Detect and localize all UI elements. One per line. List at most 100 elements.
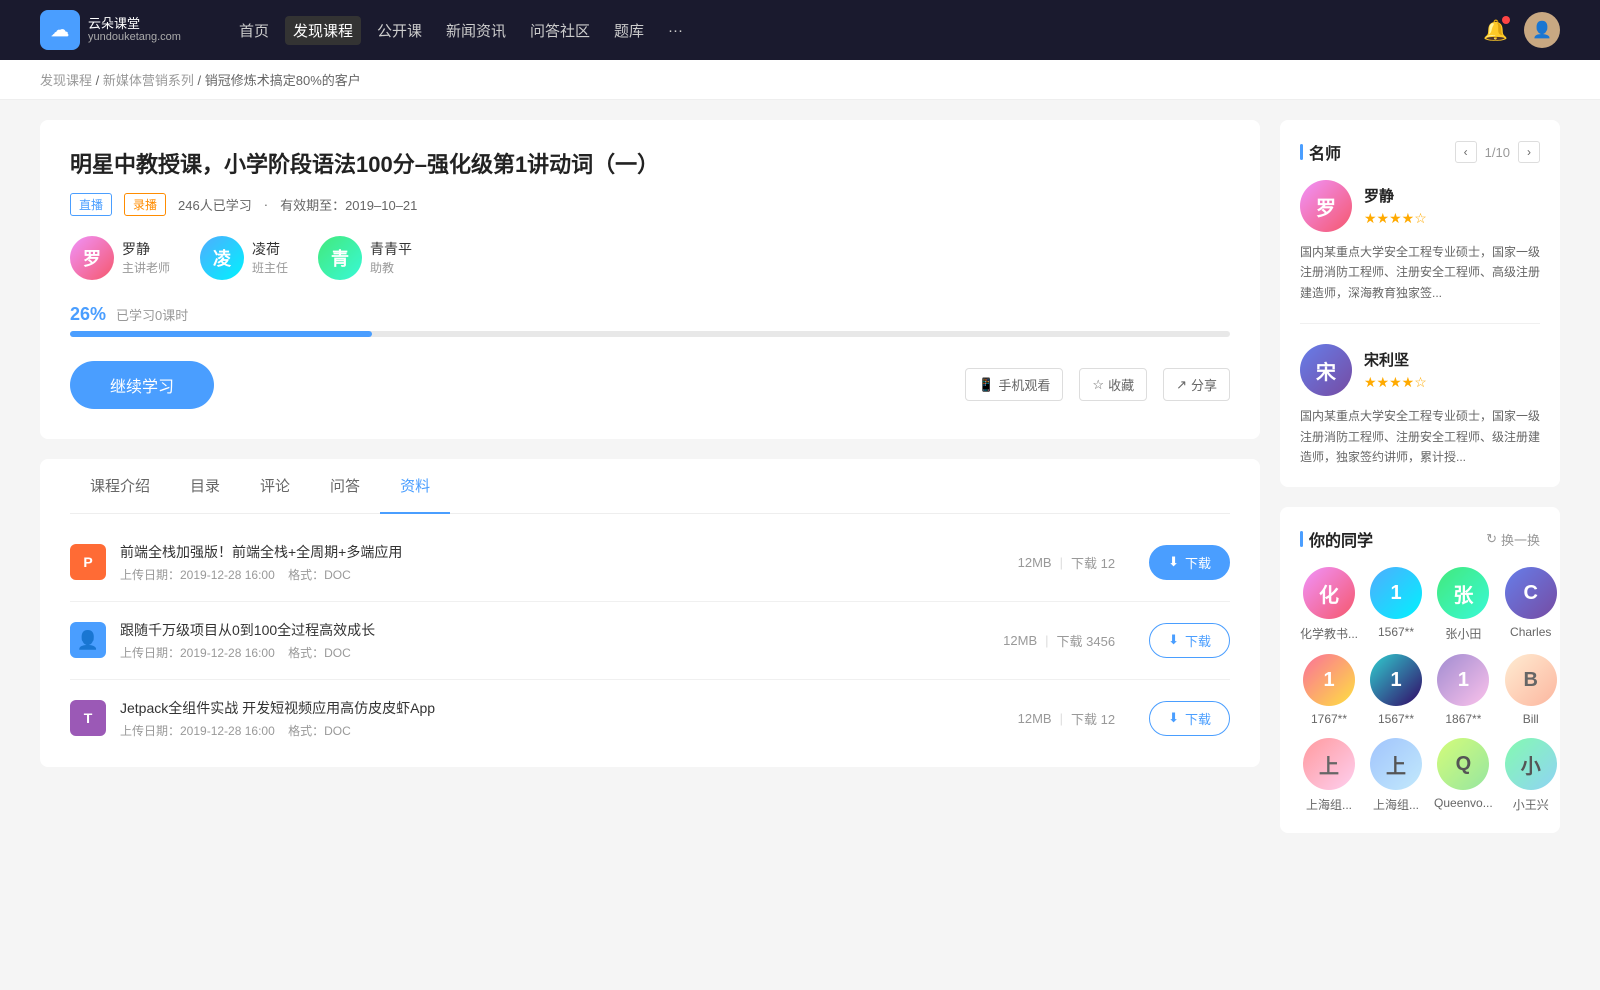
nav-item-more[interactable]: ··· bbox=[660, 18, 691, 43]
star-icon: ☆ bbox=[1092, 377, 1104, 393]
classmate-5[interactable]: 1 1567** bbox=[1370, 654, 1422, 726]
classmate-9[interactable]: 上 上海组... bbox=[1370, 738, 1422, 813]
classmate-3[interactable]: C Charles bbox=[1505, 567, 1557, 642]
classmate-7[interactable]: B Bill bbox=[1505, 654, 1557, 726]
tab-resources[interactable]: 资料 bbox=[380, 459, 450, 514]
classmate-9-name: 上海组... bbox=[1373, 796, 1419, 813]
resource-info-2: Jetpack全组件实战 开发短视频应用高仿皮皮虾App 上传日期：2019-1… bbox=[120, 698, 984, 739]
course-card: 明星中教授课，小学阶段语法100分–强化级第1讲动词（一） 直播 录播 246人… bbox=[40, 120, 1260, 439]
teachers-next-button[interactable]: › bbox=[1518, 141, 1540, 163]
classmate-4[interactable]: 1 1767** bbox=[1300, 654, 1358, 726]
course-separator: · bbox=[264, 197, 268, 212]
teachers-panel-nav: ‹ 1/10 › bbox=[1455, 141, 1540, 163]
classmate-4-avatar: 1 bbox=[1303, 654, 1355, 706]
teacher-card-1: 宋 宋利坚 ★★★★☆ 国内某重点大学安全工程专业硕士，国家一级注册消防工程师、… bbox=[1300, 344, 1540, 467]
teachers-list: 罗 罗静 主讲老师 凌 凌荷 班主任 青 青青平 bbox=[70, 236, 1230, 280]
progress-bar-fill bbox=[70, 331, 372, 337]
classmate-0[interactable]: 化 化学教书... bbox=[1300, 567, 1358, 642]
classmate-3-avatar: C bbox=[1505, 567, 1557, 619]
download-button-0[interactable]: ⬇ 下载 bbox=[1149, 545, 1230, 580]
classmate-10-avatar: Q bbox=[1437, 738, 1489, 790]
course-students: 246人已学习 bbox=[178, 195, 252, 214]
resource-title-1: 跟随千万级项目从0到100全过程高效成长 bbox=[120, 620, 969, 640]
tab-catalog[interactable]: 目录 bbox=[170, 459, 240, 514]
classmate-2-avatar: 张 bbox=[1437, 567, 1489, 619]
logo[interactable]: ☁ 云朵课堂 yundouketang.com bbox=[40, 10, 181, 50]
continue-learning-button[interactable]: 继续学习 bbox=[70, 361, 214, 409]
teacher-card-1-stars: ★★★★☆ bbox=[1364, 374, 1427, 391]
progress-sub: 已学习0课时 bbox=[116, 305, 188, 324]
tabs-section: 课程介绍 目录 评论 问答 资料 P 前端全栈加强版！前端全栈+全周期+多端应用… bbox=[40, 459, 1260, 767]
classmate-2[interactable]: 张 张小田 bbox=[1434, 567, 1493, 642]
resource-stats-0: 12MB | 下载 12 bbox=[1018, 553, 1115, 572]
nav-item-qa[interactable]: 问答社区 bbox=[522, 16, 598, 45]
classmate-5-avatar: 1 bbox=[1370, 654, 1422, 706]
classmate-11[interactable]: 小 小王兴 bbox=[1505, 738, 1557, 813]
classmate-8[interactable]: 上 上海组... bbox=[1300, 738, 1358, 813]
header-right: 🔔 👤 bbox=[1483, 12, 1560, 48]
tabs: 课程介绍 目录 评论 问答 资料 bbox=[70, 459, 1230, 514]
breadcrumb-current: 销冠修炼术搞定80%的客户 bbox=[205, 73, 361, 88]
download-icon-1: ⬇ bbox=[1168, 632, 1179, 648]
classmate-2-name: 张小田 bbox=[1445, 625, 1481, 642]
classmate-8-avatar: 上 bbox=[1303, 738, 1355, 790]
breadcrumb-link-discover[interactable]: 发现课程 bbox=[40, 73, 92, 88]
classmate-11-name: 小王兴 bbox=[1513, 796, 1549, 813]
teacher-1-role: 班主任 bbox=[252, 259, 288, 276]
teacher-card-1-info: 宋利坚 ★★★★☆ bbox=[1364, 349, 1427, 391]
download-icon-2: ⬇ bbox=[1168, 710, 1179, 726]
tab-intro[interactable]: 课程介绍 bbox=[70, 459, 170, 514]
badge-live: 直播 bbox=[70, 193, 112, 216]
teacher-2-info: 青青平 助教 bbox=[370, 239, 412, 276]
nav-item-news[interactable]: 新闻资讯 bbox=[438, 16, 514, 45]
teacher-card-0-name: 罗静 bbox=[1364, 185, 1427, 206]
classmate-6[interactable]: 1 1867** bbox=[1434, 654, 1493, 726]
main-content: 明星中教授课，小学阶段语法100分–强化级第1讲动词（一） 直播 录播 246人… bbox=[0, 100, 1600, 873]
breadcrumb-link-series[interactable]: 新媒体营销系列 bbox=[103, 73, 194, 88]
teacher-2: 青 青青平 助教 bbox=[318, 236, 412, 280]
resource-icon-0: P bbox=[70, 544, 106, 580]
teacher-card-0-desc: 国内某重点大学安全工程专业硕士，国家一级注册消防工程师、注册安全工程师、高级注册… bbox=[1300, 242, 1540, 303]
logo-icon: ☁ bbox=[40, 10, 80, 50]
badge-replay: 录播 bbox=[124, 193, 166, 216]
tab-qa[interactable]: 问答 bbox=[310, 459, 380, 514]
teacher-card-1-name: 宋利坚 bbox=[1364, 349, 1427, 370]
classmate-10[interactable]: Q Queenvo... bbox=[1434, 738, 1493, 813]
teacher-card-0-stars: ★★★★☆ bbox=[1364, 210, 1427, 227]
nav-item-discover[interactable]: 发现课程 bbox=[285, 16, 361, 45]
classmate-6-avatar: 1 bbox=[1437, 654, 1489, 706]
resource-meta-2: 上传日期：2019-12-28 16:00 格式：DOC bbox=[120, 722, 984, 739]
resource-meta-0: 上传日期：2019-12-28 16:00 格式：DOC bbox=[120, 566, 984, 583]
header: ☁ 云朵课堂 yundouketang.com 首页 发现课程 公开课 新闻资讯… bbox=[0, 0, 1600, 60]
notification-bell[interactable]: 🔔 bbox=[1483, 18, 1508, 43]
classmates-refresh-button[interactable]: ↻ 换一换 bbox=[1486, 530, 1540, 549]
resource-item-0: P 前端全栈加强版！前端全栈+全周期+多端应用 上传日期：2019-12-28 … bbox=[70, 524, 1230, 602]
teacher-card-1-avatar: 宋 bbox=[1300, 344, 1352, 396]
logo-text: 云朵课堂 yundouketang.com bbox=[88, 16, 181, 45]
left-panel: 明星中教授课，小学阶段语法100分–强化级第1讲动词（一） 直播 录播 246人… bbox=[40, 120, 1260, 853]
classmate-0-avatar: 化 bbox=[1303, 567, 1355, 619]
share-button[interactable]: ↗ 分享 bbox=[1163, 368, 1230, 401]
teacher-card-0-avatar: 罗 bbox=[1300, 180, 1352, 232]
download-button-1[interactable]: ⬇ 下载 bbox=[1149, 623, 1230, 658]
collect-label: 收藏 bbox=[1108, 375, 1134, 394]
classmate-1[interactable]: 1 1567** bbox=[1370, 567, 1422, 642]
mobile-watch-button[interactable]: 📱 手机观看 bbox=[965, 368, 1063, 401]
nav-item-quiz[interactable]: 题库 bbox=[606, 16, 652, 45]
classmate-8-name: 上海组... bbox=[1306, 796, 1352, 813]
teacher-1-avatar: 凌 bbox=[200, 236, 244, 280]
collect-button[interactable]: ☆ 收藏 bbox=[1079, 368, 1147, 401]
classmates-panel-title: 你的同学 bbox=[1300, 527, 1373, 551]
user-avatar-header[interactable]: 👤 bbox=[1524, 12, 1560, 48]
teachers-prev-button[interactable]: ‹ bbox=[1455, 141, 1477, 163]
resource-title-0: 前端全栈加强版！前端全栈+全周期+多端应用 bbox=[120, 542, 984, 562]
download-button-2[interactable]: ⬇ 下载 bbox=[1149, 701, 1230, 736]
tab-comments[interactable]: 评论 bbox=[240, 459, 310, 514]
nav-item-opencourse[interactable]: 公开课 bbox=[369, 16, 430, 45]
classmate-4-name: 1767** bbox=[1311, 712, 1347, 726]
nav-item-home[interactable]: 首页 bbox=[231, 16, 277, 45]
classmate-1-avatar: 1 bbox=[1370, 567, 1422, 619]
teacher-1-info: 凌荷 班主任 bbox=[252, 239, 288, 276]
mobile-icon: 📱 bbox=[978, 377, 994, 393]
share-icon: ↗ bbox=[1176, 377, 1187, 393]
